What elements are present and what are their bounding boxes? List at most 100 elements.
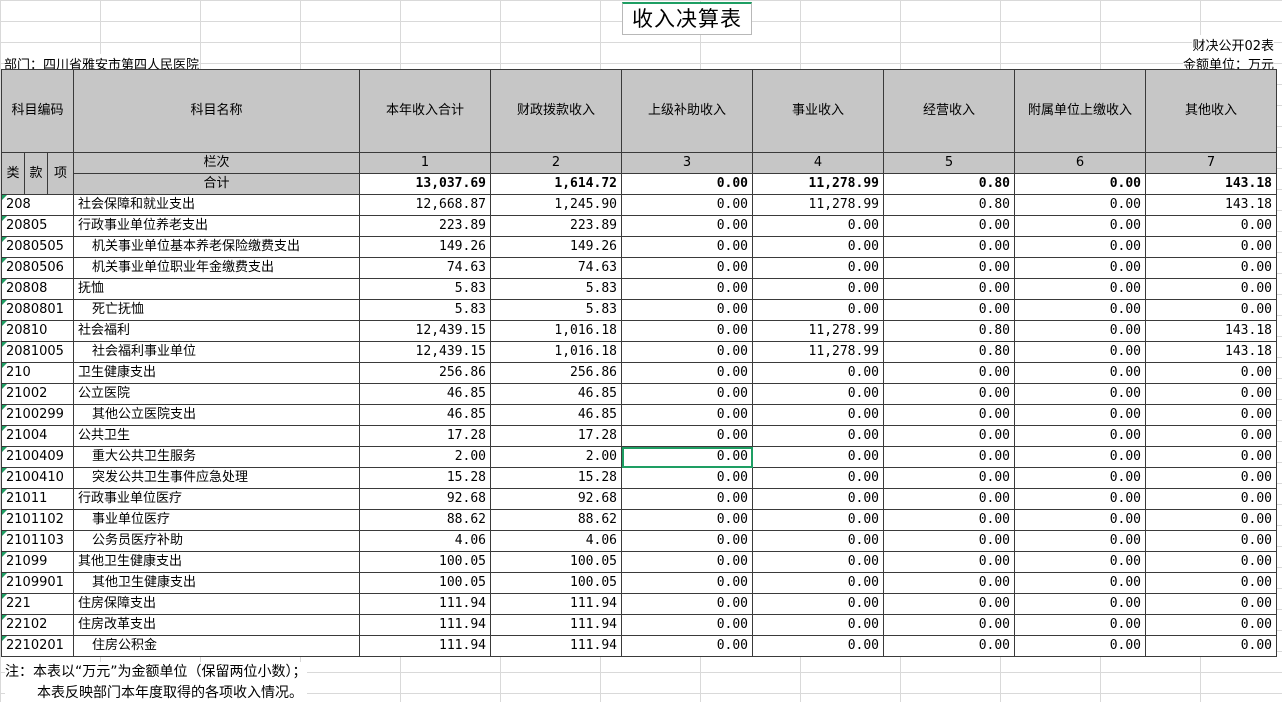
value-cell[interactable]: 4.06: [359, 530, 491, 552]
value-cell[interactable]: 0.00: [752, 278, 884, 300]
header-other[interactable]: 其他收入: [1145, 69, 1277, 153]
table-row[interactable]: 2100299 其他公立医院支出 46.85 46.85 0.00 0.00 0.00 0.0…: [1, 404, 1277, 426]
value-cell[interactable]: 223.89: [359, 215, 491, 237]
value-cell[interactable]: 0.00: [752, 383, 884, 405]
subject-name-cell[interactable]: 机关事业单位基本养老保险缴费支出: [73, 236, 360, 258]
value-cell[interactable]: 0.00: [1014, 572, 1146, 594]
value-cell[interactable]: 0.00: [752, 467, 884, 489]
value-cell[interactable]: 0.00: [1145, 635, 1277, 657]
value-cell[interactable]: 0.00: [1145, 467, 1277, 489]
value-cell[interactable]: 0.00: [1014, 341, 1146, 363]
subject-code-cell[interactable]: 2100410: [1, 467, 74, 489]
subject-name-cell[interactable]: 住房保障支出: [73, 593, 360, 615]
table-row[interactable]: 21002 公立医院 46.85 46.85 0.00 0.00 0.00 0.00 0.00: [1, 383, 1277, 405]
value-cell[interactable]: 0.00: [752, 236, 884, 258]
column-no-label[interactable]: 栏次: [73, 152, 360, 174]
total-cell[interactable]: 0.80: [883, 173, 1015, 195]
value-cell[interactable]: 0.00: [621, 593, 753, 615]
table-row[interactable]: 2081005 社会福利事业单位 12,439.15 1,016.18 0.00 11,2…: [1, 341, 1277, 363]
total-row[interactable]: 合计 13,037.69 1,614.72 0.00 11,278.99 0.80 0.00…: [2, 173, 1277, 195]
subject-code-cell[interactable]: 2080506: [1, 257, 74, 279]
value-cell[interactable]: 5.83: [359, 299, 491, 321]
value-cell[interactable]: 0.00: [752, 509, 884, 531]
value-cell[interactable]: 0.00: [1014, 551, 1146, 573]
total-cell[interactable]: 0.00: [1014, 173, 1146, 195]
table-row[interactable]: 2080506 机关事业单位职业年金缴费支出 74.63 74.63 0.00 0.00 0…: [1, 257, 1277, 279]
value-cell[interactable]: 92.68: [359, 488, 491, 510]
value-cell[interactable]: 0.00: [883, 488, 1015, 510]
subject-name-cell[interactable]: 社会福利: [73, 320, 360, 342]
column-no-5[interactable]: 5: [883, 152, 1015, 174]
header-business[interactable]: 事业收入: [752, 69, 884, 153]
value-cell[interactable]: 0.00: [1014, 236, 1146, 258]
table-row[interactable]: 22102 住房改革支出 111.94 111.94 0.00 0.00 0.00 0.00 0…: [1, 614, 1277, 636]
value-cell[interactable]: 0.00: [621, 341, 753, 363]
value-cell[interactable]: 100.05: [490, 551, 622, 573]
value-cell[interactable]: 0.00: [1014, 320, 1146, 342]
value-cell[interactable]: 0.00: [1145, 425, 1277, 447]
value-cell[interactable]: 0.00: [1145, 404, 1277, 426]
table-row[interactable]: 221 住房保障支出 111.94 111.94 0.00 0.00 0.00 0.00 0.0…: [1, 593, 1277, 615]
value-cell[interactable]: 0.00: [883, 383, 1015, 405]
table-row[interactable]: 21099 其他卫生健康支出 100.05 100.05 0.00 0.00 0.00 0.0…: [1, 551, 1277, 573]
value-cell[interactable]: 1,016.18: [490, 320, 622, 342]
value-cell[interactable]: 12,668.87: [359, 194, 491, 216]
value-cell[interactable]: 17.28: [359, 425, 491, 447]
column-no-7[interactable]: 7: [1145, 152, 1277, 174]
value-cell[interactable]: 0.00: [752, 572, 884, 594]
table-row[interactable]: 20810 社会福利 12,439.15 1,016.18 0.00 11,278.99 0…: [1, 320, 1277, 342]
subject-name-cell[interactable]: 公立医院: [73, 383, 360, 405]
value-cell[interactable]: 111.94: [359, 635, 491, 657]
value-cell[interactable]: 0.00: [883, 593, 1015, 615]
subject-name-cell[interactable]: 其他卫生健康支出: [73, 572, 360, 594]
value-cell[interactable]: 0.00: [1145, 257, 1277, 279]
value-cell[interactable]: 0.00: [752, 425, 884, 447]
value-cell[interactable]: 0.00: [621, 572, 753, 594]
value-cell[interactable]: 0.00: [883, 635, 1015, 657]
header-fiscal[interactable]: 财政拨款收入: [490, 69, 622, 153]
value-cell[interactable]: 1,245.90: [490, 194, 622, 216]
value-cell[interactable]: 0.00: [621, 299, 753, 321]
value-cell[interactable]: 0.00: [1145, 362, 1277, 384]
value-cell[interactable]: 0.00: [1145, 530, 1277, 552]
value-cell[interactable]: 0.00: [1014, 425, 1146, 447]
subject-name-cell[interactable]: 事业单位医疗: [73, 509, 360, 531]
value-cell[interactable]: 0.00: [1014, 530, 1146, 552]
value-cell[interactable]: 0.00: [883, 236, 1015, 258]
value-cell[interactable]: 0.00: [621, 383, 753, 405]
value-cell[interactable]: 0.00: [621, 404, 753, 426]
value-cell[interactable]: 0.00: [1014, 488, 1146, 510]
value-cell[interactable]: 0.00: [1014, 362, 1146, 384]
value-cell[interactable]: 11,278.99: [752, 194, 884, 216]
value-cell[interactable]: 1,016.18: [490, 341, 622, 363]
subject-code-cell[interactable]: 221: [1, 593, 74, 615]
value-cell[interactable]: 0.00: [1145, 278, 1277, 300]
value-cell[interactable]: 149.26: [490, 236, 622, 258]
value-cell[interactable]: 5.83: [490, 299, 622, 321]
subject-name-cell[interactable]: 公务员医疗补助: [73, 530, 360, 552]
table-row[interactable]: 2101103 公务员医疗补助 4.06 4.06 0.00 0.00 0.00 0.00 0.…: [1, 530, 1277, 552]
value-cell[interactable]: 0.00: [1014, 383, 1146, 405]
value-cell[interactable]: 0.00: [621, 320, 753, 342]
value-cell[interactable]: 0.00: [1145, 488, 1277, 510]
value-cell[interactable]: 46.85: [490, 404, 622, 426]
subject-code-cell[interactable]: 2080505: [1, 236, 74, 258]
value-cell[interactable]: 100.05: [359, 551, 491, 573]
table-row[interactable]: 20808 抚恤 5.83 5.83 0.00 0.00 0.00 0.00 0.00: [1, 278, 1277, 300]
subject-code-cell[interactable]: 2109901: [1, 572, 74, 594]
value-cell[interactable]: 0.00: [1014, 404, 1146, 426]
value-cell[interactable]: 74.63: [359, 257, 491, 279]
value-cell[interactable]: 0.00: [752, 614, 884, 636]
header-subject-code[interactable]: 科目编码: [1, 69, 74, 153]
subject-name-cell[interactable]: 突发公共卫生事件应急处理: [73, 467, 360, 489]
value-cell[interactable]: 0.00: [883, 572, 1015, 594]
value-cell[interactable]: 0.00: [1145, 236, 1277, 258]
value-cell[interactable]: 0.00: [1145, 383, 1277, 405]
value-cell[interactable]: 0.00: [752, 446, 884, 468]
column-no-3[interactable]: 3: [621, 152, 753, 174]
value-cell[interactable]: 92.68: [490, 488, 622, 510]
column-no-1[interactable]: 1: [359, 152, 491, 174]
value-cell[interactable]: 46.85: [490, 383, 622, 405]
value-cell[interactable]: 0.00: [1014, 467, 1146, 489]
value-cell[interactable]: 111.94: [359, 614, 491, 636]
